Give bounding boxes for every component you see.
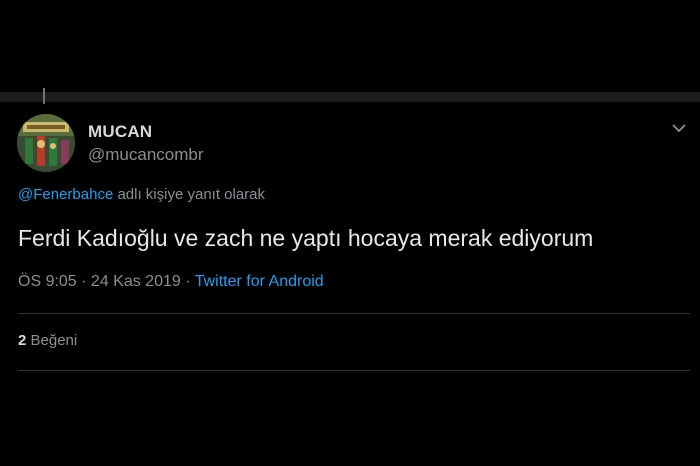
tweet-source-link[interactable]: Twitter for Android <box>195 273 324 290</box>
user-handle[interactable]: @mucancombr <box>88 145 204 165</box>
display-name[interactable]: MUCAN <box>88 122 152 142</box>
avatar[interactable] <box>17 114 75 172</box>
tweet-time[interactable]: ÖS 9:05 <box>18 273 77 290</box>
tweet-meta: ÖS 9:05 · 24 Kas 2019 · Twitter for Andr… <box>18 273 324 291</box>
tweet-text: Ferdi Kadıoğlu ve zach ne yaptı hocaya m… <box>18 225 594 251</box>
divider-top <box>18 313 690 314</box>
meta-separator-1: · <box>76 273 91 290</box>
divider-bottom <box>18 370 690 371</box>
chevron-down-icon[interactable] <box>670 121 688 135</box>
reply-context-text: adlı kişiye yanıt olarak <box>113 186 266 203</box>
thread-line <box>43 88 45 104</box>
likes-label: Beğeni <box>26 332 78 349</box>
avatar-image <box>17 114 75 172</box>
likes-stat[interactable]: 2 Beğeni <box>18 332 77 349</box>
tweet-date[interactable]: 24 Kas 2019 <box>91 273 181 290</box>
meta-separator-2: · <box>180 273 195 290</box>
reply-mention-link[interactable]: @Fenerbahce <box>18 186 113 203</box>
reply-context: @Fenerbahce adlı kişiye yanıt olarak <box>18 186 265 203</box>
top-separator-strip <box>0 92 700 102</box>
